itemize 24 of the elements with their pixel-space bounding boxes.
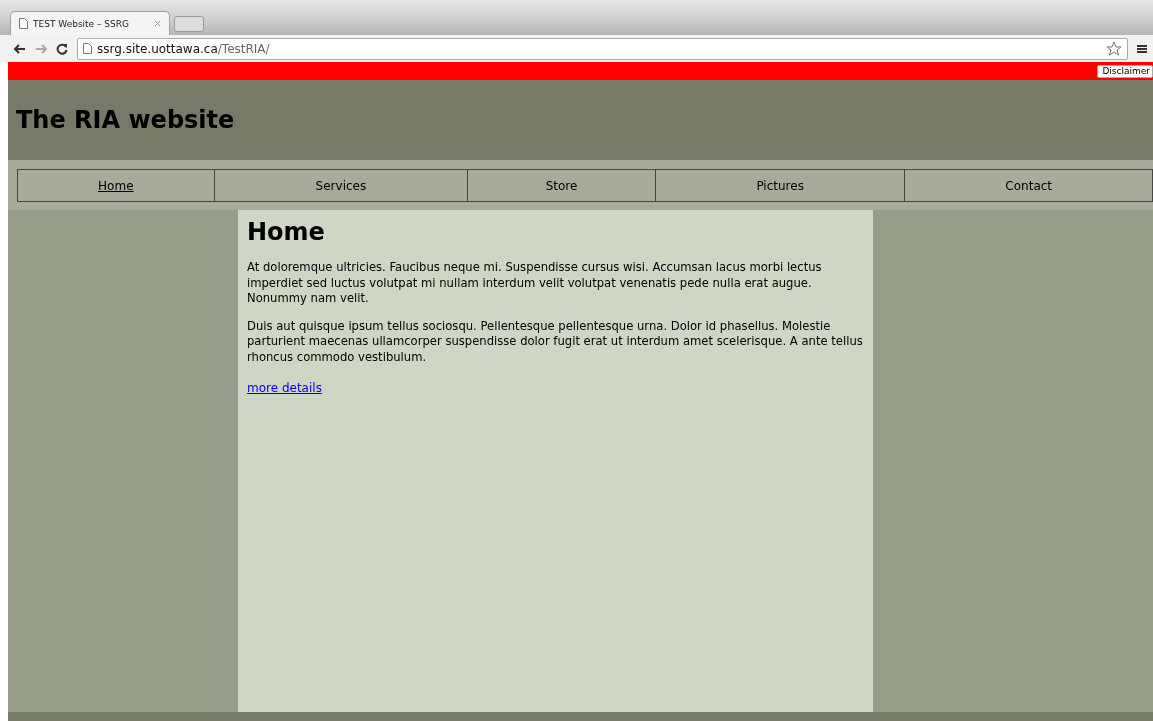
disclaimer-button[interactable]: Disclaimer — [1097, 64, 1153, 78]
page-icon — [19, 18, 28, 29]
forward-icon[interactable] — [35, 43, 47, 54]
url-text: ssrg.site.uottawa.ca/TestRIA/ — [97, 41, 270, 56]
nav-link[interactable]: Pictures — [655, 170, 906, 201]
reload-icon[interactable] — [56, 42, 68, 55]
back-icon[interactable] — [14, 43, 26, 54]
star-icon[interactable] — [1106, 41, 1122, 56]
new-tab-button[interactable] — [174, 16, 204, 32]
nav-link[interactable]: Services — [214, 170, 469, 201]
nav-link[interactable]: Store — [468, 170, 656, 201]
address-bar[interactable]: ssrg.site.uottawa.ca/TestRIA/ — [77, 37, 1128, 60]
browser-tab[interactable]: TEST Website – SSRG — [10, 11, 170, 35]
tab-title: TEST Website – SSRG — [33, 18, 130, 29]
site-title: The RIA website — [16, 106, 235, 134]
page-icon — [83, 43, 92, 54]
close-icon[interactable] — [154, 20, 161, 27]
nav-link[interactable]: Contact — [905, 170, 1152, 201]
nav-link[interactable]: Home — [18, 170, 215, 201]
page-heading: Home — [247, 218, 326, 246]
paragraph: Duis aut quisque ipsum tellus sociosqu. Pellentesque pellentesque urna. Dolor id phasellus. Molestie parturient maecenas ullamcorper suspendisse dolor fugit erat ut interdum amet scelerisque. A ante tellus rhoncus commodo vestibulum. — [247, 318, 864, 365]
more-details-link[interactable]: more details — [247, 381, 322, 395]
paragraph: At doloremque ultricies. Faucibus neque mi. Suspendisse cursus wisi. Accumsan lacus morbi lectus imperdiet sed luctus volutpat mi nullam interdum velit volutpat venenatis pede nulla erat augue. Nonummy nam velit. — [247, 260, 823, 307]
menu-icon[interactable] — [1137, 43, 1147, 54]
